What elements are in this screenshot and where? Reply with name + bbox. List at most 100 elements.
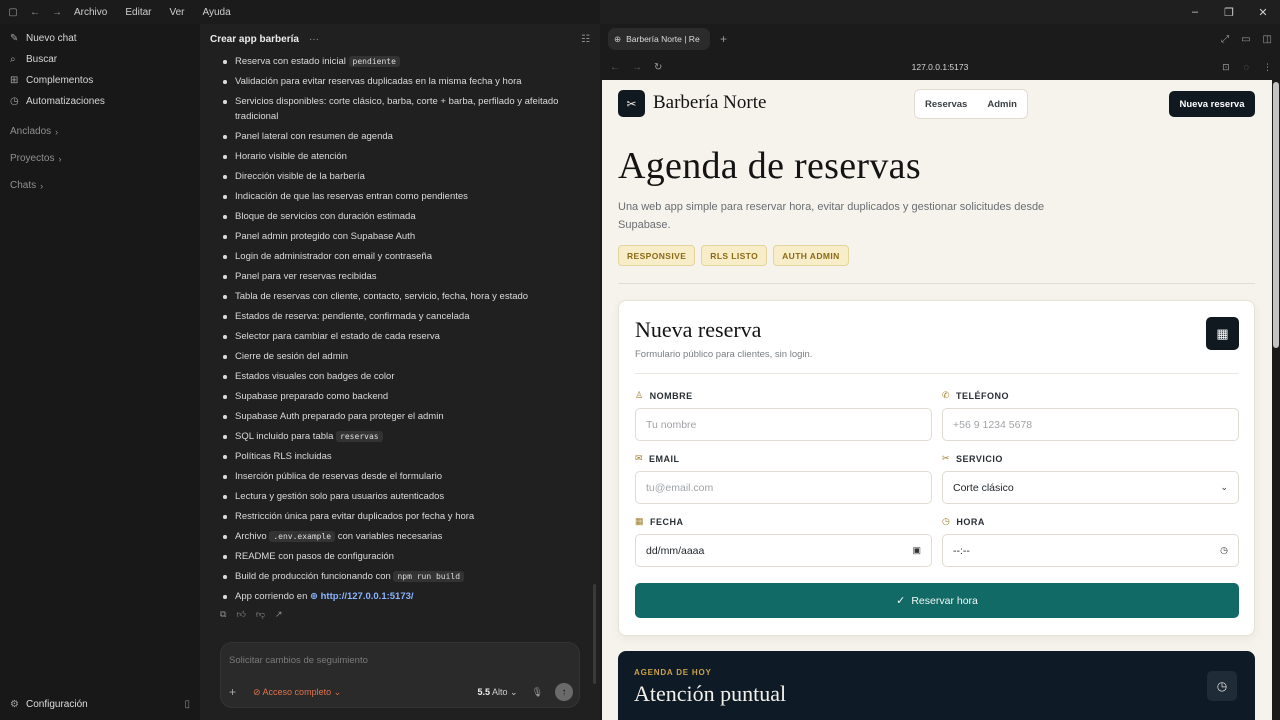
list-item-text: Selector para cambiar el estado de cada … [235,331,440,342]
sidebar-item-automations[interactable]: ◷ Automatizaciones [0,91,200,112]
more-options-icon[interactable]: ··· [309,34,319,45]
email-field[interactable]: tu@email.com [635,471,932,504]
search-icon: ⌕ [10,54,16,65]
address-bar: ← → ↻ 127.0.0.1:5173 ⊡ ◌ ⋮ [600,54,1280,80]
sidebar-section-projects[interactable]: Proyectos › [0,145,200,172]
sidebar-section-chats[interactable]: Chats › [0,172,200,199]
list-item-text: Supabase preparado como backend [235,391,389,402]
sidebar-item-plugins[interactable]: ⊞ Complementos [0,70,200,91]
mail-icon: ✉ [635,453,644,463]
microphone-icon[interactable]: 🎙︎ [532,687,543,698]
effort-level: Alto [492,686,508,697]
site-nav: Reservas Admin [914,89,1028,119]
share-icon[interactable]: ↗ [275,609,283,620]
copy-icon[interactable]: ⧉ [220,609,226,620]
list-item-text: Estados visuales con badges de color [235,371,395,382]
sidebar-item-label: Automatizaciones [26,96,105,107]
phone-icon[interactable]: ▯ [184,699,190,710]
new-booking-button[interactable]: Nueva reserva [1169,91,1255,117]
maximize-icon[interactable]: ❐ [1212,6,1246,19]
date-label: ▦ FECHA [635,516,684,527]
list-item-text: Bloque de servicios con duración estimad… [235,211,416,222]
back-arrow-icon[interactable]: ← [26,7,44,18]
new-tab-icon[interactable]: + [720,32,727,46]
thumbs-down-icon[interactable]: 👎︎ [256,609,265,620]
clock-picker-icon[interactable]: ◷ [1220,545,1228,556]
url-field[interactable]: 127.0.0.1:5173 [912,62,969,72]
nav-reservas[interactable]: Reservas [925,99,967,110]
service-select[interactable]: Corte clásico ⌄ [942,471,1239,504]
menu-archivo[interactable]: Archivo [74,7,107,18]
list-item-text: Restricción única para evitar duplicados… [235,511,475,522]
menu-ayuda[interactable]: Ayuda [203,7,231,18]
user-icon: ♙ [635,390,644,400]
section-label: Chats [10,180,37,191]
add-attachment-icon[interactable]: + [229,685,245,699]
calendar-picker-icon[interactable]: ▣ [912,545,921,556]
site-header: ✂ Barbería Norte Reservas Admin Nueva re… [602,80,1272,126]
browser-back-icon[interactable]: ← [610,62,620,73]
phone-field[interactable]: +56 9 1234 5678 [942,408,1239,441]
list-item-text: Cierre de sesión del admin [235,351,349,362]
close-icon[interactable]: ✕ [1246,6,1280,19]
date-value: dd/mm/aaaa [646,544,705,557]
list-item-text: Panel lateral con resumen de agenda [235,131,393,142]
app-url-link[interactable]: http://127.0.0.1:5173/ [321,591,414,602]
browser-more-icon[interactable]: ⋮ [1263,62,1272,73]
check-circle-icon: ✓ [896,595,906,607]
chip-rls: RLS LISTO [701,245,768,266]
comment-icon[interactable]: ◌ [1244,62,1249,73]
list-item-text: Tabla de reservas con cliente, contacto,… [235,291,529,302]
nav-admin[interactable]: Admin [987,99,1017,110]
sidebar-section-pinned[interactable]: Anclados › [0,118,200,145]
settings-button[interactable]: ⚙ Configuración ▯ [0,699,200,710]
forward-arrow-icon[interactable]: → [48,7,66,18]
chat-scrollbar[interactable] [593,584,596,684]
divider [635,373,1239,374]
time-field[interactable]: --:-- ◷ [942,534,1239,567]
divider [618,283,1255,284]
expand-icon[interactable]: ⤢ [1221,34,1229,45]
sidebar-item-new-chat[interactable]: ✎ Nuevo chat [0,28,200,49]
list-item: Panel para ver reservas recibidas [222,269,580,284]
send-button[interactable]: ↑ [555,683,573,701]
menu-editar[interactable]: Editar [125,7,151,18]
screenshot-icon[interactable]: ⊡ [1222,62,1230,73]
site-brand[interactable]: Barbería Norte [653,92,766,114]
access-mode-dropdown[interactable]: ⊘ Acceso completo ⌄ [253,687,341,698]
book-button[interactable]: ✓ Reservar hora [635,583,1239,618]
list-item-text: SQL incluido para tabla [235,431,337,442]
name-field[interactable]: Tu nombre [635,408,932,441]
browser-forward-icon[interactable]: → [632,62,642,73]
list-item-text: README con pasos de configuración [235,551,394,562]
service-label: ✂ SERVICIO [942,453,1003,464]
layout-toggle-icon[interactable]: ☷ [581,34,590,45]
browser-tab[interactable]: ⊕ Barbería Norte | Re [608,28,710,50]
calendar-check-icon[interactable]: ▦ [1206,317,1239,350]
sidebar-toggle-icon[interactable]: ▢ [4,7,22,18]
page-scrollbar[interactable] [1273,82,1279,348]
follow-up-input[interactable]: Solicitar cambios de seguimiento [229,655,368,666]
list-item-text: Build de producción funcionando con [235,571,394,582]
inline-code: pendiente [348,56,400,67]
date-field[interactable]: dd/mm/aaaa ▣ [635,534,932,567]
list-item: Inserción pública de reservas desde el f… [222,469,580,484]
service-value: Corte clásico [953,481,1014,494]
web-page: ✂ Barbería Norte Reservas Admin Nueva re… [602,80,1272,720]
list-item-text: Estados de reserva: pendiente, confirmad… [235,311,470,322]
sidebar-item-search[interactable]: ⌕ Buscar [0,49,200,70]
window-icon[interactable]: ▭ [1241,34,1250,45]
list-item: Build de producción funcionando con npm … [222,569,580,584]
list-item-text: Reserva con estado inicial [235,56,349,67]
thumbs-up-icon[interactable]: 👍︎ [236,609,245,620]
panel-icon[interactable]: ◫ [1263,34,1272,45]
summary-list: Reserva con estado inicial pendiente Vali… [200,54,600,604]
list-item-text: Políticas RLS incluidas [235,451,332,462]
minimize-icon[interactable]: – [1178,6,1212,18]
reload-icon[interactable]: ↻ [654,62,662,73]
edit-icon: ✎ [10,33,19,44]
model-selector[interactable]: 5.5 Alto ⌄ [477,687,517,698]
settings-label: Configuración [26,699,88,710]
menu-ver[interactable]: Ver [169,7,184,18]
today-agenda-card: AGENDA DE HOY Atención puntual ◷ [618,651,1255,720]
